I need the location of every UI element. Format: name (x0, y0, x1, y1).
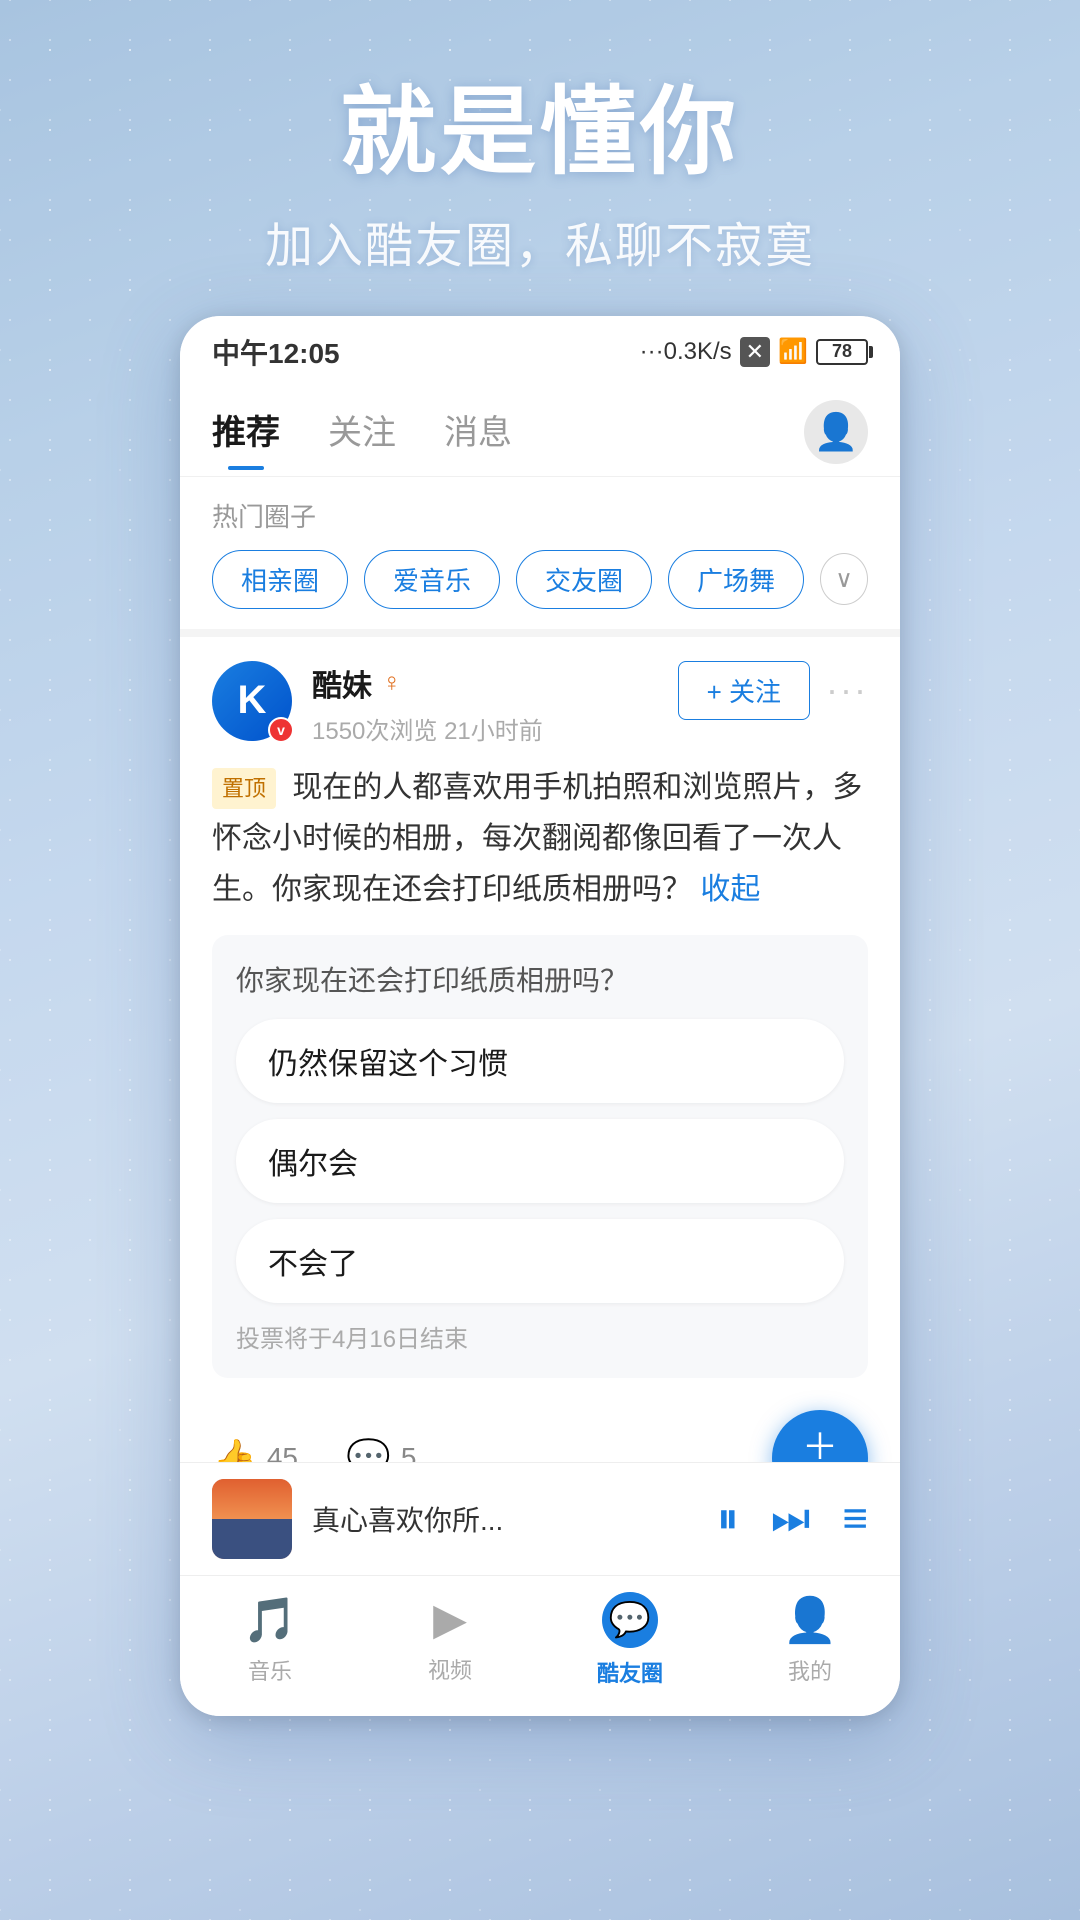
post-text: 现在的人都喜欢用手机拍照和浏览照片，多怀念小时候的相册，每次翻阅都像回看了一次人… (212, 771, 862, 906)
hero-title: 就是懂你 (40, 80, 1040, 186)
pause-button[interactable]: ⏸ (717, 1494, 739, 1544)
post-stats: 1550次浏览 21小时前 (312, 711, 678, 746)
comment-icon: 💬 (346, 1437, 391, 1462)
like-count: 45 (267, 1442, 298, 1462)
x-icon: ✕ (740, 337, 770, 367)
post-content: 置顶 现在的人都喜欢用手机拍照和浏览照片，多怀念小时候的相册，每次翻阅都像回看了… (212, 762, 868, 915)
wifi-icon: 📶 (778, 337, 808, 366)
video-nav-icon: ▶ (433, 1594, 467, 1645)
circle-tag-3[interactable]: 广场舞 (668, 550, 804, 609)
circle-nav-icon: 💬 (602, 1592, 658, 1648)
music-thumbnail (212, 1479, 292, 1559)
tab-recommend[interactable]: 推荐 (212, 405, 280, 470)
circles-row: 相亲圈 爱音乐 交友圈 广场舞 ∨ (212, 550, 868, 609)
post-avatar[interactable]: K v (212, 661, 292, 741)
publish-fab[interactable]: ＋ 发布 (772, 1410, 868, 1462)
app-header: 推荐 关注 消息 👤 (180, 380, 900, 477)
follow-button[interactable]: + 关注 (678, 661, 810, 720)
post-card: K v 酷妹 ♀ 1550次浏览 21小时前 (180, 629, 900, 1462)
next-button[interactable]: ⏭ (771, 1494, 811, 1544)
nav-video-label: 视频 (428, 1653, 472, 1685)
comment-count: 5 (401, 1442, 417, 1462)
battery-icon: 78 (816, 339, 868, 365)
poll-option-2[interactable]: 不会了 (236, 1219, 844, 1303)
hot-circles-section: 热门圈子 相亲圈 爱音乐 交友圈 广场舞 ∨ (180, 477, 900, 629)
phone-frame: 中午12:05 ···0.3K/s ✕ 📶 78 推荐 关注 消息 👤 热 (180, 316, 900, 1716)
signal-text: ···0.3K/s (640, 338, 732, 366)
collapse-button[interactable]: 收起 (700, 873, 760, 906)
avatar-vip-badge: v (268, 717, 294, 743)
post-header: K v 酷妹 ♀ 1550次浏览 21小时前 (212, 661, 868, 746)
comment-button[interactable]: 💬 5 (346, 1437, 416, 1462)
tab-follow[interactable]: 关注 (328, 405, 396, 470)
plus-icon: ＋ (802, 1429, 838, 1462)
profile-nav-icon: 👤 (783, 1594, 838, 1646)
status-bar: 中午12:05 ···0.3K/s ✕ 📶 78 (180, 316, 900, 380)
tab-messages[interactable]: 消息 (444, 405, 512, 470)
music-bar: 真心喜欢你所... ⏸ ⏭ ≡ (180, 1462, 900, 1575)
circle-tag-1[interactable]: 爱音乐 (364, 550, 500, 609)
nav-music[interactable]: 🎵 音乐 (180, 1594, 360, 1686)
nav-profile-label: 我的 (788, 1654, 832, 1686)
bottom-nav: 🎵 音乐 ▶ 视频 💬 酷友圈 👤 我的 (180, 1575, 900, 1716)
hero-subtitle: 加入酷友圈，私聊不寂寞 (40, 206, 1040, 276)
music-title: 真心喜欢你所... (312, 1499, 697, 1539)
post-meta: 酷妹 ♀ 1550次浏览 21小时前 (312, 661, 678, 746)
poll-option-1[interactable]: 偶尔会 (236, 1119, 844, 1203)
post-footer: 👍 45 💬 5 ＋ 发布 (212, 1394, 868, 1462)
expand-circles-button[interactable]: ∨ (820, 553, 868, 605)
post-username: 酷妹 (312, 661, 372, 705)
music-nav-icon: 🎵 (243, 1594, 298, 1646)
nav-profile[interactable]: 👤 我的 (720, 1594, 900, 1686)
nav-video[interactable]: ▶ 视频 (360, 1594, 540, 1685)
post-actions: + 关注 ··· (678, 661, 868, 720)
poll-section: 你家现在还会打印纸质相册吗？ 仍然保留这个习惯 偶尔会 不会了 投票将于4月16… (212, 935, 868, 1378)
music-controls: ⏸ ⏭ ≡ (717, 1494, 868, 1544)
nav-music-label: 音乐 (248, 1654, 292, 1686)
main-content: 热门圈子 相亲圈 爱音乐 交友圈 广场舞 ∨ K v (180, 477, 900, 1462)
gender-icon: ♀ (382, 667, 402, 698)
playlist-button[interactable]: ≡ (842, 1494, 868, 1544)
post-pin-tag: 置顶 (212, 768, 276, 809)
more-options-button[interactable]: ··· (826, 669, 868, 711)
post-username-row: 酷妹 ♀ (312, 661, 678, 705)
circle-tag-0[interactable]: 相亲圈 (212, 550, 348, 609)
nav-circle-label: 酷友圈 (597, 1656, 663, 1688)
avatar[interactable]: 👤 (804, 400, 868, 464)
poll-deadline: 投票将于4月16日结束 (236, 1319, 844, 1354)
thumbs-up-icon: 👍 (212, 1437, 257, 1462)
nav-circle[interactable]: 💬 酷友圈 (540, 1592, 720, 1688)
circle-tag-2[interactable]: 交友圈 (516, 550, 652, 609)
chevron-down-icon: ∨ (835, 565, 853, 594)
poll-question: 你家现在还会打印纸质相册吗？ (236, 959, 844, 999)
status-icons: ···0.3K/s ✕ 📶 78 (640, 337, 868, 367)
avatar-letter: K (238, 678, 267, 723)
hot-circles-label: 热门圈子 (212, 497, 868, 534)
like-button[interactable]: 👍 45 (212, 1437, 298, 1462)
avatar-icon: 👤 (814, 411, 859, 453)
status-time: 中午12:05 (212, 332, 340, 372)
poll-option-0[interactable]: 仍然保留这个习惯 (236, 1019, 844, 1103)
